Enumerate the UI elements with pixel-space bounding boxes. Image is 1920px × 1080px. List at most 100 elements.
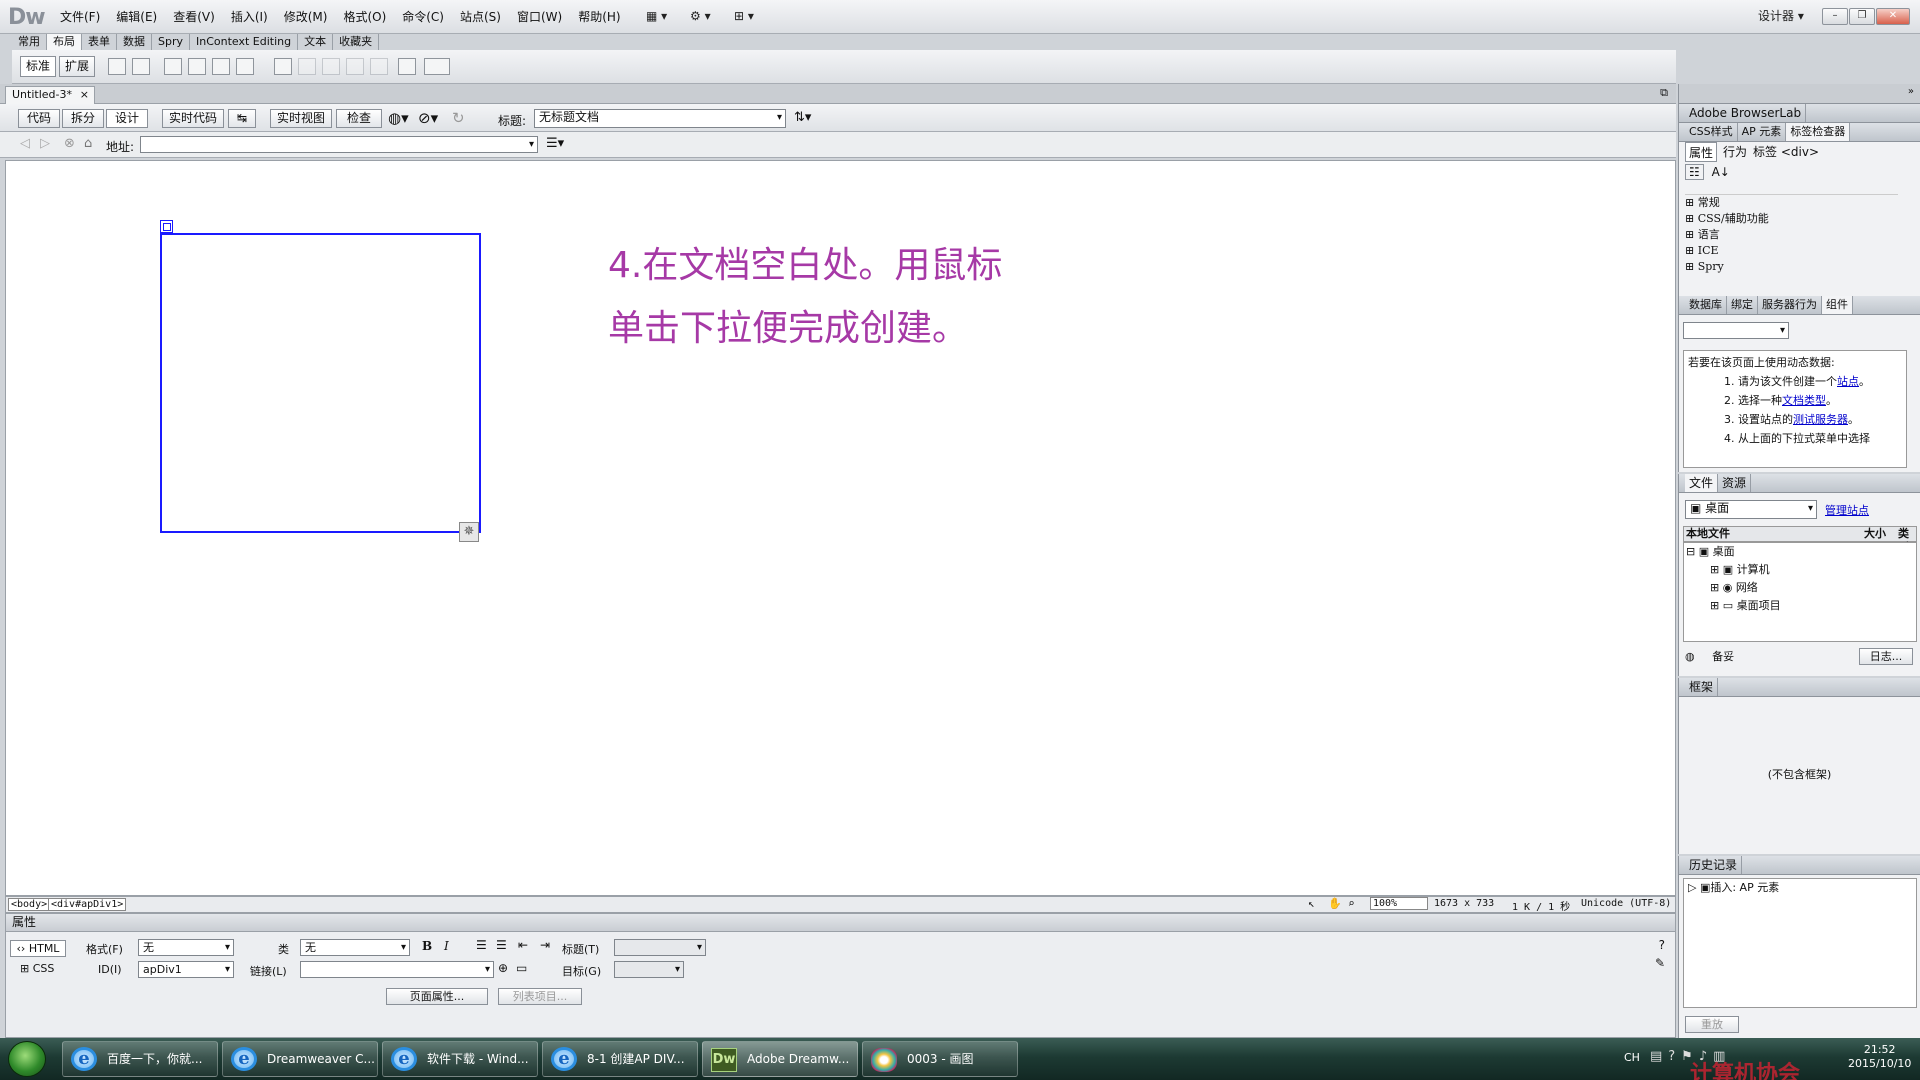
expanded-mode-button[interactable]: 扩展 bbox=[59, 56, 95, 77]
doctype-link[interactable]: 文档类型 bbox=[1782, 394, 1826, 407]
browse-folder-icon[interactable]: ▭ bbox=[516, 961, 527, 975]
replay-button[interactable]: 重放 bbox=[1685, 1016, 1739, 1033]
menu-commands[interactable]: 命令(C) bbox=[394, 9, 452, 25]
close-document-icon[interactable]: × bbox=[80, 87, 89, 103]
collapse-icon[interactable]: » bbox=[1908, 86, 1914, 97]
table-row-above-icon[interactable] bbox=[298, 58, 316, 75]
restore-document-icon[interactable]: ⧉ bbox=[1660, 86, 1668, 100]
tab-css-styles[interactable]: CSS样式 bbox=[1685, 123, 1738, 141]
category-general[interactable]: ⊞ 常规 bbox=[1685, 195, 1898, 211]
manage-sites-link[interactable]: 管理站点 bbox=[1825, 502, 1869, 518]
tab-common[interactable]: 常用 bbox=[12, 34, 47, 50]
ap-div-box[interactable] bbox=[160, 233, 481, 533]
spry-collapsible-icon[interactable] bbox=[236, 58, 254, 75]
design-view-button[interactable]: 设计 bbox=[106, 109, 148, 128]
ordered-list-icon[interactable]: ☰ bbox=[496, 938, 507, 952]
history-header[interactable]: 历史记录 bbox=[1679, 856, 1920, 875]
menu-format[interactable]: 格式(O) bbox=[335, 9, 394, 25]
live-code-button[interactable]: 实时代码 bbox=[162, 109, 224, 128]
minimize-button[interactable]: – bbox=[1822, 8, 1848, 25]
tab-text[interactable]: 文本 bbox=[298, 34, 334, 50]
refresh-icon[interactable]: ↻ bbox=[452, 109, 465, 127]
tag-div[interactable]: <div#apDiv1> bbox=[48, 898, 127, 911]
document-title-input[interactable]: 无标题文档 bbox=[534, 109, 786, 128]
link-input[interactable] bbox=[300, 961, 494, 978]
task-baidu[interactable]: e 百度一下，你就... bbox=[62, 1041, 218, 1077]
component-type-select[interactable] bbox=[1683, 322, 1789, 339]
tab-server-behaviors[interactable]: 服务器行为 bbox=[1758, 296, 1822, 314]
html-mode-button[interactable]: ‹› HTML bbox=[10, 940, 66, 957]
insert-div-icon[interactable] bbox=[108, 58, 126, 75]
table-row-below-icon[interactable] bbox=[322, 58, 340, 75]
hand-tool-icon[interactable]: ✋ bbox=[1328, 897, 1342, 910]
tab-data[interactable]: 数据 bbox=[117, 34, 152, 50]
task-ap-div-tutorial[interactable]: e 8-1 创建AP DIV... bbox=[542, 1041, 698, 1077]
workspace-switcher[interactable]: 设计器 ▾ bbox=[1758, 8, 1804, 24]
tab-ap-elements[interactable]: AP 元素 bbox=[1738, 123, 1787, 141]
preview-globe-icon[interactable]: ◍▾ bbox=[388, 109, 409, 127]
tab-databases[interactable]: 数据库 bbox=[1685, 296, 1727, 314]
quick-tag-editor-icon[interactable]: ✎ bbox=[1655, 956, 1665, 970]
tab-layout[interactable]: 布局 bbox=[47, 34, 82, 50]
frames-header[interactable]: 框架 bbox=[1679, 678, 1920, 697]
document-tab[interactable]: Untitled-3* × bbox=[5, 86, 95, 104]
menu-site[interactable]: 站点(S) bbox=[452, 9, 509, 25]
tab-tag-inspector[interactable]: 标签检查器 bbox=[1786, 123, 1851, 141]
inspect-button[interactable]: 检查 bbox=[336, 109, 382, 128]
subtab-behaviors[interactable]: 行为 bbox=[1723, 142, 1747, 162]
browserlab-title[interactable]: Adobe BrowserLab bbox=[1685, 104, 1807, 122]
subtab-attributes[interactable]: 属性 bbox=[1685, 142, 1718, 162]
spry-menubar-icon[interactable] bbox=[164, 58, 182, 75]
draw-ap-div-icon[interactable] bbox=[132, 58, 150, 75]
ap-div-resize-handle[interactable]: ✵ bbox=[459, 522, 479, 542]
spry-accordion-icon[interactable] bbox=[212, 58, 230, 75]
category-view-icon[interactable]: ☷ bbox=[1685, 164, 1704, 180]
forward-icon[interactable]: ▷ bbox=[40, 136, 50, 151]
start-button[interactable] bbox=[8, 1041, 46, 1077]
zoom-tool-icon[interactable]: ⌕ bbox=[1348, 897, 1355, 910]
menu-edit[interactable]: 编辑(E) bbox=[108, 9, 165, 25]
tree-computer[interactable]: ⊞ ▣ 计算机 bbox=[1684, 561, 1916, 579]
ap-div-selection-handle[interactable] bbox=[160, 220, 173, 233]
site-link[interactable]: 站点 bbox=[1837, 375, 1859, 388]
category-language[interactable]: ⊞ 语言 bbox=[1685, 227, 1898, 243]
stop-icon[interactable]: ⊗ bbox=[64, 136, 75, 151]
window-size[interactable]: 1673 x 733 bbox=[1434, 898, 1494, 909]
tab-bindings[interactable]: 绑定 bbox=[1727, 296, 1758, 314]
task-paint[interactable]: 0003 - 画图 bbox=[862, 1041, 1018, 1077]
live-view-button[interactable]: 实时视图 bbox=[270, 109, 332, 128]
category-ice[interactable]: ⊞ ICE bbox=[1685, 243, 1898, 259]
menu-help[interactable]: 帮助(H) bbox=[570, 9, 628, 25]
unordered-list-icon[interactable]: ☰ bbox=[476, 938, 487, 952]
tab-assets[interactable]: 资源 bbox=[1718, 474, 1752, 492]
menu-view[interactable]: 查看(V) bbox=[165, 9, 223, 25]
italic-button[interactable]: I bbox=[444, 939, 449, 953]
history-item[interactable]: ▷ ▣插入: AP 元素 bbox=[1688, 879, 1916, 897]
format-select[interactable]: 无 bbox=[138, 939, 234, 956]
category-spry[interactable]: ⊞ Spry bbox=[1685, 259, 1898, 275]
tab-favorites[interactable]: 收藏夹 bbox=[333, 34, 380, 50]
indent-icon[interactable]: ⇥ bbox=[540, 938, 550, 952]
live-code-options-icon[interactable]: ↹ bbox=[228, 109, 256, 128]
language-indicator[interactable]: CH bbox=[1624, 1051, 1640, 1064]
spry-tabbed-icon[interactable] bbox=[188, 58, 206, 75]
tab-files[interactable]: 文件 bbox=[1685, 474, 1719, 492]
target-select[interactable] bbox=[614, 961, 684, 978]
back-icon[interactable]: ◁ bbox=[20, 136, 30, 151]
table-col-right-icon[interactable] bbox=[370, 58, 388, 75]
browserlab-header[interactable]: Adobe BrowserLab bbox=[1679, 104, 1920, 123]
select-tool-icon[interactable]: ↖ bbox=[1308, 897, 1315, 910]
tag-body[interactable]: <body> bbox=[8, 898, 51, 911]
site-menu-icon[interactable]: ⊞ ▾ bbox=[734, 8, 754, 24]
code-view-button[interactable]: 代码 bbox=[18, 109, 60, 128]
menu-window[interactable]: 窗口(W) bbox=[509, 9, 570, 25]
check-browser-icon[interactable]: ⊘▾ bbox=[418, 109, 438, 127]
tab-forms[interactable]: 表单 bbox=[82, 34, 117, 50]
class-select[interactable]: 无 bbox=[300, 939, 410, 956]
title-field-input[interactable] bbox=[614, 939, 706, 956]
sort-az-icon[interactable]: A↓ bbox=[1708, 165, 1734, 179]
frames-dropdown-icon[interactable] bbox=[424, 58, 450, 75]
point-to-file-icon[interactable]: ⊕ bbox=[498, 961, 508, 975]
tab-spry[interactable]: Spry bbox=[152, 34, 190, 50]
tab-components[interactable]: 组件 bbox=[1822, 296, 1853, 314]
